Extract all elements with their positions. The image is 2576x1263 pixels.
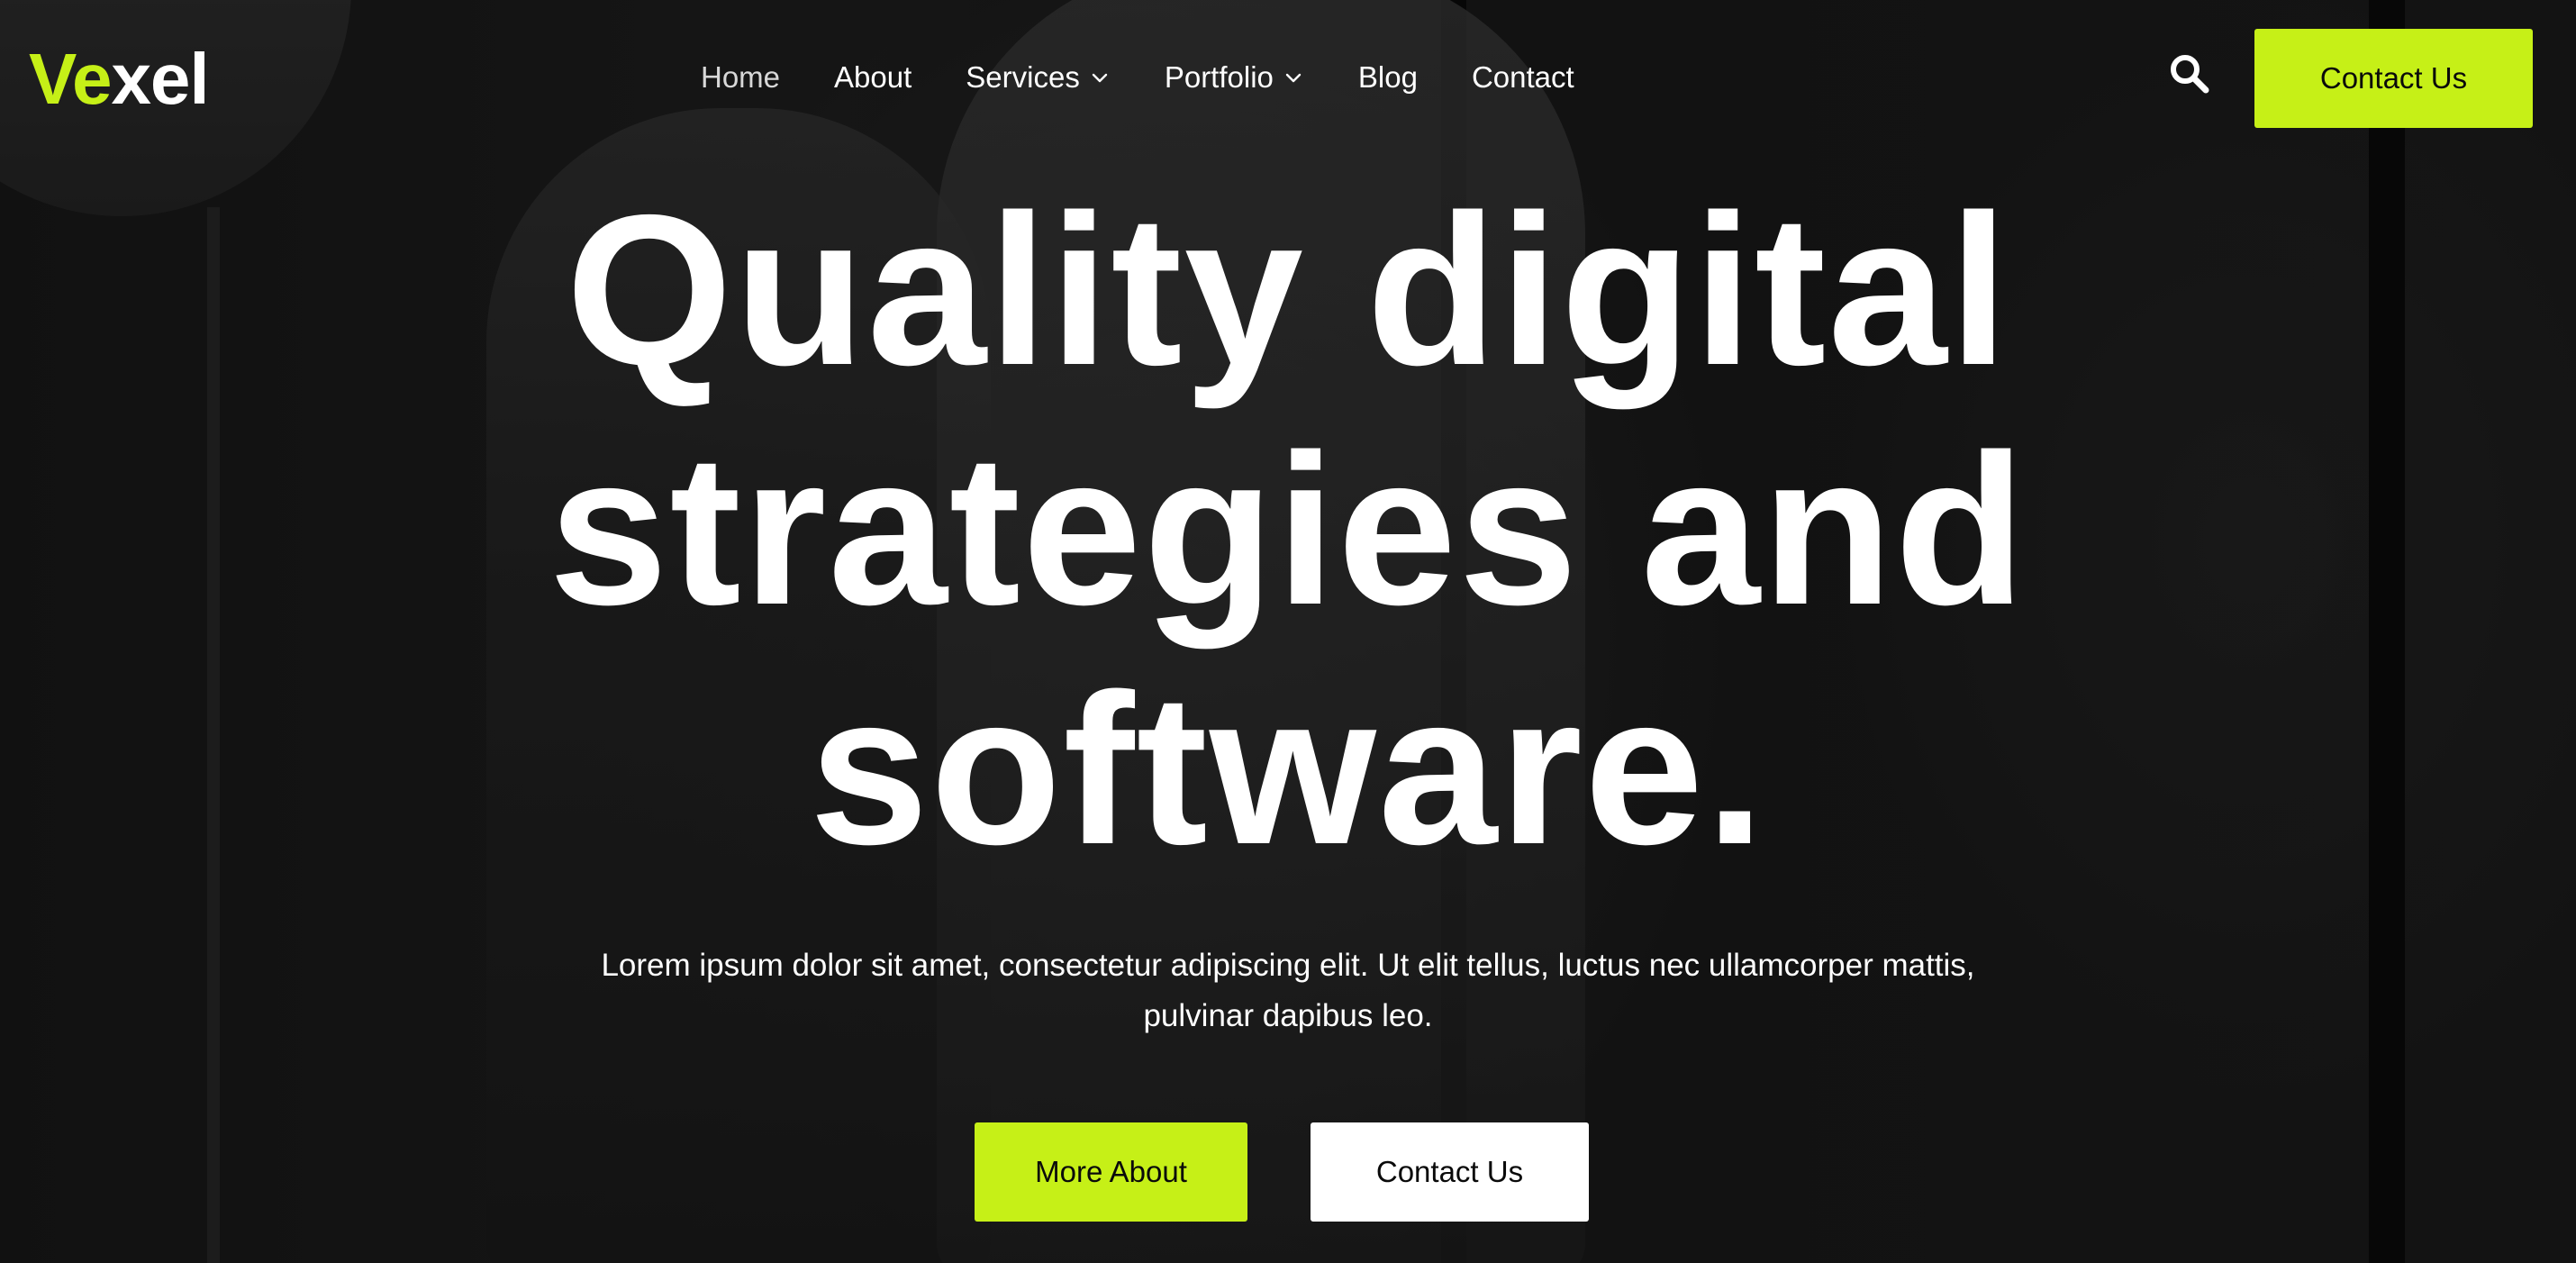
nav-item-home[interactable]: Home (701, 56, 780, 99)
nav-item-label: Blog (1357, 60, 1418, 94)
nav-item-services[interactable]: Services (966, 56, 1111, 99)
nav-item-blog[interactable]: Blog (1358, 56, 1418, 99)
logo[interactable]: Vexel (29, 36, 210, 123)
headline-line: Quality digital (566, 171, 2010, 410)
hero-lead-text: Lorem ipsum dolor sit amet, consectetur … (477, 940, 2099, 1041)
logo-text: xel (111, 39, 209, 119)
nav-item-contact[interactable]: Contact (1472, 56, 1574, 99)
logo-accent-text: Ve (29, 39, 112, 119)
search-button[interactable] (2166, 50, 2213, 97)
more-about-button[interactable]: More About (975, 1122, 1247, 1222)
chevron-down-icon (1092, 73, 1108, 83)
chevron-down-icon (1285, 73, 1302, 83)
header-contact-button[interactable]: Contact Us (2254, 29, 2533, 128)
nav-item-label: Contact (1471, 60, 1574, 94)
nav-item-label: Services (966, 60, 1080, 94)
headline-line: strategies and (549, 411, 2027, 650)
nav-item-label: About (834, 60, 912, 94)
site-header: Vexel Home About Services Portfolio Blog… (0, 0, 2576, 153)
lead-line: pulvinar dapibus leo. (1143, 998, 1433, 1033)
nav-item-label: Portfolio (1164, 60, 1274, 94)
hero-headline: Quality digital strategies and software. (0, 171, 2576, 890)
main-nav: Home About Services Portfolio Blog Conta… (701, 56, 1628, 99)
nav-item-label: Home (701, 60, 781, 94)
nav-item-portfolio[interactable]: Portfolio (1165, 56, 1304, 99)
lead-line: Lorem ipsum dolor sit amet, consectetur … (601, 948, 1975, 983)
hero-section: Vexel Home About Services Portfolio Blog… (0, 0, 2576, 1263)
contact-us-button[interactable]: Contact Us (1311, 1122, 1589, 1222)
search-icon (2171, 55, 2209, 94)
nav-item-about[interactable]: About (834, 56, 912, 99)
headline-line: software. (809, 650, 1767, 889)
